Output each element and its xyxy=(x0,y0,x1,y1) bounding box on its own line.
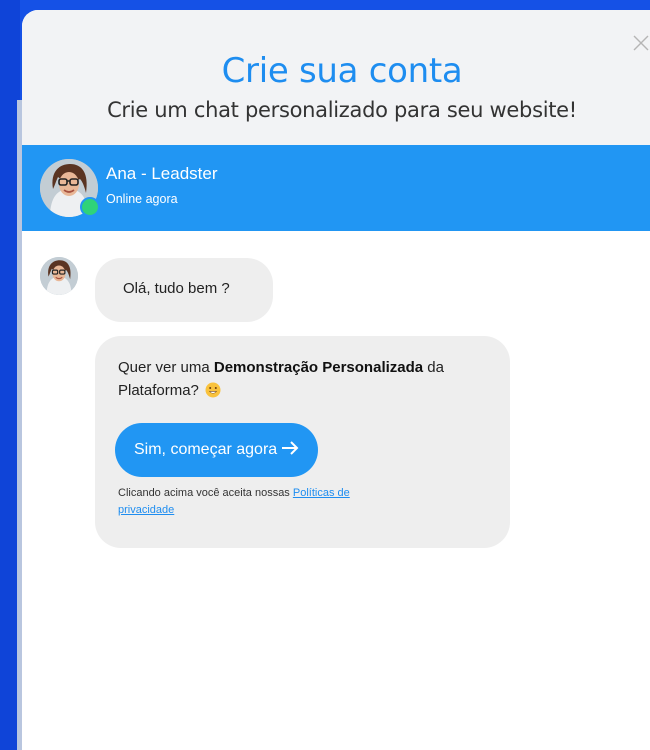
modal-subtitle: Crie um chat personalizado para seu webs… xyxy=(107,98,577,122)
chat-message-greeting: Olá, tudo bem ? xyxy=(95,258,273,322)
chat-message-demo-offer: Quer ver uma Demonstração Personalizada … xyxy=(95,336,510,548)
modal-header: Crie sua conta Crie um chat personalizad… xyxy=(22,10,650,145)
agent-status: Online agora xyxy=(106,192,178,206)
online-status-dot xyxy=(80,197,100,217)
close-icon[interactable] xyxy=(630,32,650,54)
start-now-button[interactable]: Sim, começar agora xyxy=(115,423,319,477)
arrow-right-icon xyxy=(281,424,299,455)
chat-body: Olá, tudo bem ? Quer ver uma Demonstraçã… xyxy=(22,231,650,750)
signup-modal: Crie sua conta Crie um chat personalizad… xyxy=(22,10,650,750)
consent-text: Clicando acima você aceita nossas xyxy=(118,487,293,499)
agent-name: Ana - Leadster xyxy=(106,164,218,183)
privacy-consent: Clicando acima você aceita nossas Políti… xyxy=(118,485,408,519)
message-text: Quer ver uma Demonstração Personalizada … xyxy=(118,356,488,402)
message-text: Olá, tudo bem ? xyxy=(123,280,230,297)
message-text-bold: Demonstração Personalizada xyxy=(213,359,424,376)
start-now-button-label: Sim, começar agora xyxy=(134,441,278,458)
chat-header: Ana - Leadster Online agora xyxy=(22,145,650,231)
message-avatar xyxy=(40,257,78,295)
message-text-start: Quer ver uma xyxy=(118,359,214,376)
modal-title: Crie sua conta xyxy=(221,51,463,91)
grinning-face-emoji xyxy=(205,382,221,398)
